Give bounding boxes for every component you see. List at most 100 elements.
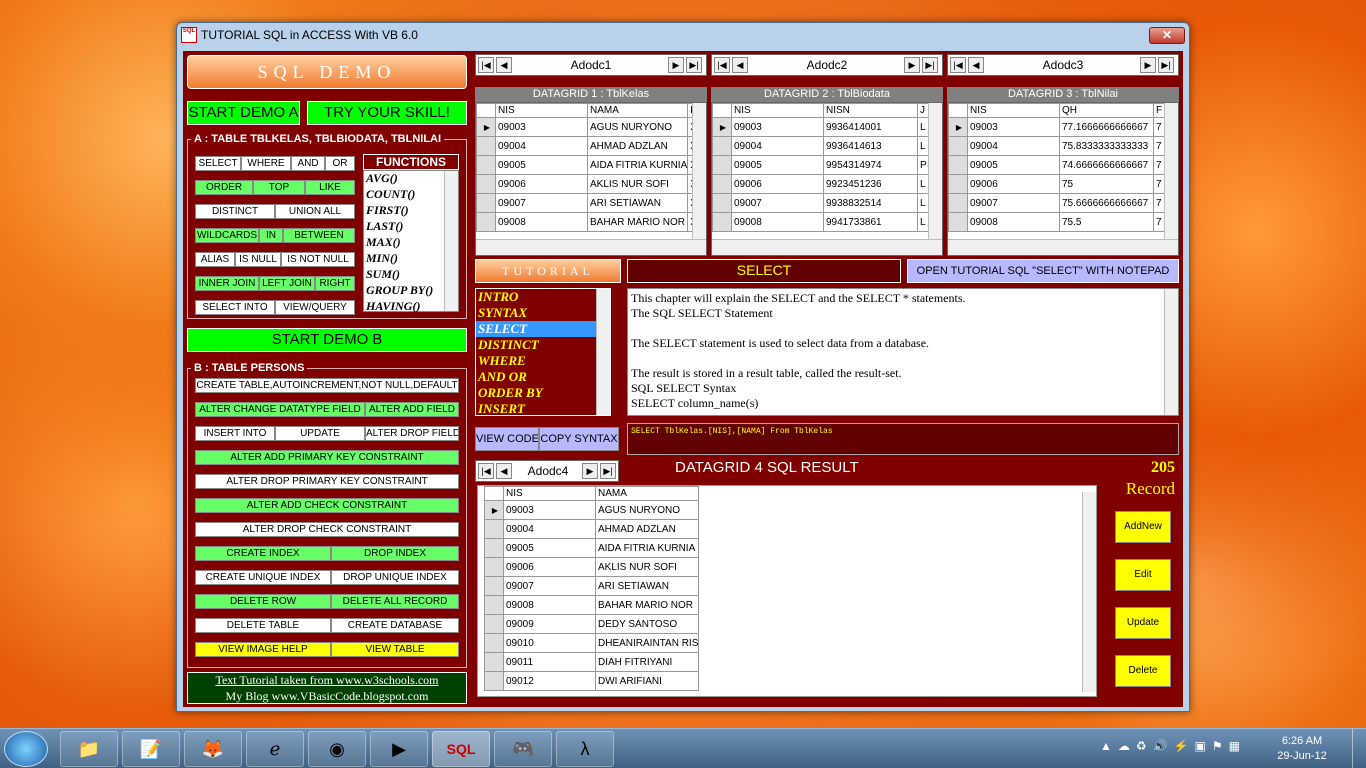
right-join-button[interactable]: RIGHT — [315, 276, 355, 291]
last-record-icon[interactable]: ▶| — [600, 463, 616, 479]
alter-add-check-button[interactable]: ALTER ADD CHECK CONSTRAINT — [195, 498, 459, 513]
prev-record-icon[interactable]: ◀ — [496, 57, 512, 73]
tutorial-text-scrollbar[interactable] — [1164, 289, 1178, 415]
credit-w3schools-link[interactable]: Text Tutorial taken from www.w3schools.c… — [188, 673, 466, 689]
create-table-button[interactable]: CREATE TABLE,AUTOINCREMENT,NOT NULL,DEFA… — [195, 378, 459, 393]
tutorial-text[interactable]: This chapter will explain the SELECT and… — [627, 288, 1179, 416]
media-taskbar-icon[interactable]: ▶ — [370, 731, 428, 767]
topic-item[interactable]: INTRO — [476, 289, 610, 305]
table-row[interactable]: 09010 DHEANIRAINTAN RIS — [484, 633, 700, 653]
create-database-button[interactable]: CREATE DATABASE — [331, 618, 459, 633]
alter-drop-check-button[interactable]: ALTER DROP CHECK CONSTRAINT — [195, 522, 459, 537]
alter-add-pk-button[interactable]: ALTER ADD PRIMARY KEY CONSTRAINT — [195, 450, 459, 465]
column-header[interactable]: NIS — [967, 103, 1060, 118]
adodc3-navigator[interactable]: |◀ ◀ Adodc3 ▶ ▶| — [947, 54, 1179, 76]
table-row[interactable]: 09008 75.5 7 — [948, 212, 1168, 232]
functions-list[interactable]: AVG() COUNT() FIRST() LAST() MAX() MIN()… — [363, 170, 459, 313]
column-header[interactable]: QH — [1059, 103, 1154, 118]
topic-item[interactable]: ORDER BY — [476, 385, 610, 401]
update-button[interactable]: Update — [1115, 607, 1171, 639]
clock-date[interactable]: 29-Jun-12 — [1272, 750, 1332, 762]
table-row[interactable]: 09005AIDA FITRIA KURNIAX — [476, 155, 703, 175]
alter-drop-pk-button[interactable]: ALTER DROP PRIMARY KEY CONSTRAINT — [195, 474, 459, 489]
start-demo-b-button[interactable]: START DEMO B — [187, 328, 467, 352]
sql-app-taskbar-icon[interactable]: SQL — [432, 731, 490, 767]
table-row[interactable]: 09004 AHMAD ADZLAN — [484, 519, 700, 539]
table-row[interactable]: 09005 AIDA FITRIA KURNIA — [484, 538, 700, 558]
wildcards-button[interactable]: WILDCARDS — [195, 228, 259, 243]
prev-record-icon[interactable]: ◀ — [496, 463, 512, 479]
table-row[interactable]: ▶09003AGUS NURYONOX — [476, 117, 703, 137]
table-row[interactable]: 09004AHMAD ADZLANX — [476, 136, 703, 156]
grid4-vscroll[interactable] — [1082, 492, 1096, 692]
table-row[interactable]: 09012 DWI ARIFIANI — [484, 671, 700, 691]
delete-row-button[interactable]: DELETE ROW — [195, 594, 331, 609]
alter-drop-field-button[interactable]: ALTER DROP FIELD — [365, 426, 459, 441]
table-row[interactable]: 09011 DIAH FITRIYANI — [484, 652, 700, 672]
table-row[interactable]: 09007 75.6666666666667 7 — [948, 193, 1168, 213]
last-record-icon[interactable]: ▶| — [922, 57, 938, 73]
left-join-button[interactable]: LEFT JOIN — [259, 276, 315, 291]
first-record-icon[interactable]: |◀ — [478, 57, 494, 73]
datagrid3[interactable]: NIS QH F ▶ 09003 77.1666666666667 7 09004 75.8… — [947, 102, 1179, 256]
firefox-taskbar-icon[interactable]: 🦊 — [184, 731, 242, 767]
view-table-button[interactable]: VIEW TABLE — [331, 642, 459, 657]
prev-record-icon[interactable]: ◀ — [968, 57, 984, 73]
alter-change-datatype-button[interactable]: ALTER CHANGE DATATYPE FIELD — [195, 402, 365, 417]
adodc2-navigator[interactable]: |◀ ◀ Adodc2 ▶ ▶| — [711, 54, 943, 76]
select-button[interactable]: SELECT — [195, 156, 241, 171]
table-row[interactable]: 09007ARI SETIAWANX — [476, 193, 703, 213]
grid1-vscroll[interactable] — [692, 103, 706, 239]
table-row[interactable]: 09009 DEDY SANTOSO — [484, 614, 700, 634]
create-unique-index-button[interactable]: CREATE UNIQUE INDEX — [195, 570, 331, 585]
next-record-icon[interactable]: ▶ — [668, 57, 684, 73]
first-record-icon[interactable]: |◀ — [714, 57, 730, 73]
adodc4-navigator[interactable]: |◀ ◀ Adodc4 ▶ ▶| — [475, 460, 619, 482]
column-header[interactable]: NIS — [503, 486, 596, 501]
halflife-taskbar-icon[interactable]: λ — [556, 731, 614, 767]
view-query-button[interactable]: VIEW/QUERY — [275, 300, 355, 315]
table-row[interactable]: 09008BAHAR MARIO NORX — [476, 212, 703, 232]
close-button[interactable]: ✕ — [1149, 27, 1185, 44]
tray-icons[interactable]: ▲☁♻🔊⚡▣⚑▦ — [1100, 739, 1260, 759]
start-demo-a-button[interactable]: START DEMO A — [187, 101, 300, 125]
next-record-icon[interactable]: ▶ — [582, 463, 598, 479]
table-row[interactable]: 09004 9936414613 L — [712, 136, 932, 156]
table-row[interactable]: 09006 75 7 — [948, 174, 1168, 194]
topic-item[interactable]: INSERT — [476, 401, 610, 417]
or-button[interactable]: OR — [325, 156, 355, 171]
top-button[interactable]: TOP — [253, 180, 305, 195]
is-null-button[interactable]: IS NULL — [235, 252, 281, 267]
topic-item-selected[interactable]: SELECT — [476, 321, 610, 337]
topic-item[interactable]: WHERE — [476, 353, 610, 369]
between-button[interactable]: BETWEEN — [283, 228, 355, 243]
alter-add-field-button[interactable]: ALTER ADD FIELD — [365, 402, 459, 417]
select-into-button[interactable]: SELECT INTO — [195, 300, 275, 315]
table-row[interactable]: 09004 75.8333333333333 7 — [948, 136, 1168, 156]
column-header[interactable]: NAMA — [586, 103, 689, 118]
start-button[interactable] — [4, 731, 48, 767]
union-all-button[interactable]: UNION ALL — [275, 204, 355, 219]
adodc1-navigator[interactable]: |◀ ◀ Adodc1 ▶ ▶| — [475, 54, 707, 76]
delete-all-record-button[interactable]: DELETE ALL RECORD — [331, 594, 459, 609]
view-code-button[interactable]: VIEW CODE — [475, 427, 539, 451]
explorer-taskbar-icon[interactable]: 📁 — [60, 731, 118, 767]
last-record-icon[interactable]: ▶| — [686, 57, 702, 73]
topic-item[interactable]: AND OR — [476, 369, 610, 385]
column-header[interactable]: NISN — [823, 103, 918, 118]
topic-list[interactable]: INTRO SYNTAX SELECT DISTINCT WHERE AND O… — [475, 288, 611, 416]
table-row[interactable]: 09007 9938832514 L — [712, 193, 932, 213]
column-header[interactable]: NIS — [495, 103, 588, 118]
grid2-vscroll[interactable] — [928, 103, 942, 239]
notepad-taskbar-icon[interactable]: 📝 — [122, 731, 180, 767]
column-header[interactable]: NAMA — [594, 486, 700, 501]
table-row[interactable]: 09006AKLIS NUR SOFIX — [476, 174, 703, 194]
distinct-button[interactable]: DISTINCT — [195, 204, 275, 219]
last-record-icon[interactable]: ▶| — [1158, 57, 1174, 73]
prev-record-icon[interactable]: ◀ — [732, 57, 748, 73]
open-notepad-button[interactable]: OPEN TUTORIAL SQL "SELECT" WITH NOTEPAD — [907, 259, 1179, 283]
view-image-help-button[interactable]: VIEW IMAGE HELP — [195, 642, 331, 657]
datagrid4[interactable]: NIS NAMA ▶ 09003 AGUS NURYONO 09004 AHMAD AD… — [477, 485, 1097, 697]
update-button-b[interactable]: UPDATE — [275, 426, 365, 441]
next-record-icon[interactable]: ▶ — [1140, 57, 1156, 73]
